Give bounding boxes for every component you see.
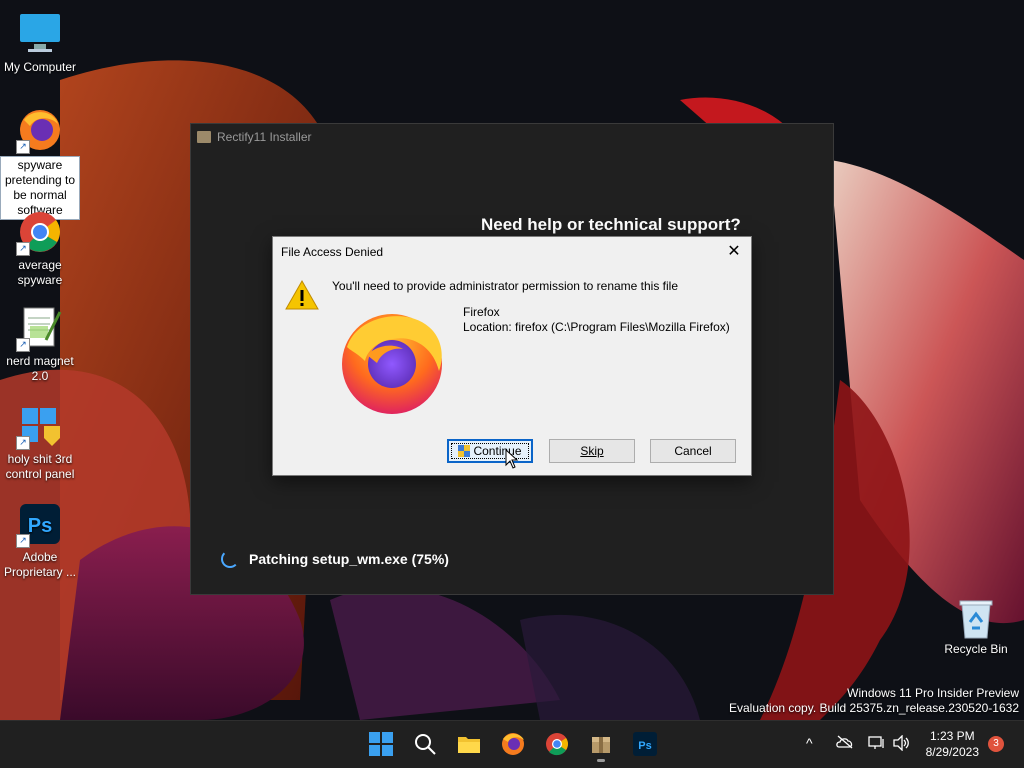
taskbar-chrome[interactable] (544, 731, 570, 757)
monitor-icon (16, 10, 64, 58)
cancel-label: Cancel (674, 444, 712, 458)
taskbar-installer[interactable] (588, 731, 614, 762)
desktop-icon-recycle-bin[interactable]: Recycle Bin (940, 596, 1012, 656)
photoshop-icon: Ps ↗ (16, 500, 64, 548)
shortcut-arrow-icon: ↗ (16, 140, 30, 154)
desktop-icon-label: holy shit 3rd control panel (5, 452, 75, 481)
volume-icon[interactable] (892, 734, 910, 754)
firefox-icon (502, 733, 524, 755)
desktop-icon-photoshop-shortcut[interactable]: Ps ↗ Adobe Proprietary ... (0, 500, 80, 580)
taskbar-photoshop[interactable]: Ps (632, 731, 658, 757)
desktop-icon-label: My Computer (3, 60, 77, 74)
firefox-icon: ↗ (16, 106, 64, 154)
mouse-cursor-icon (505, 448, 519, 474)
continue-button[interactable]: Continue (447, 439, 533, 463)
svg-text:Ps: Ps (28, 515, 52, 537)
svg-text:Ps: Ps (638, 740, 651, 752)
recycle-bin-icon (954, 596, 998, 640)
onedrive-offline-icon[interactable] (836, 735, 854, 752)
desktop-icon-label: average spyware (17, 258, 63, 287)
desktop-icon-chrome-shortcut[interactable]: ↗ average spyware (0, 208, 80, 288)
shortcut-arrow-icon: ↗ (16, 436, 30, 450)
cancel-button[interactable]: Cancel (650, 439, 736, 463)
active-indicator (597, 759, 605, 762)
spinner-icon (221, 550, 239, 568)
file-location: Location: firefox (C:\Program Files\Mozi… (463, 320, 730, 334)
desktop-icon-notepad-shortcut[interactable]: ↗ nerd magnet 2.0 (0, 304, 80, 384)
shortcut-arrow-icon: ↗ (16, 534, 30, 548)
dialog-title: File Access Denied (281, 245, 384, 259)
close-icon[interactable]: ✕ (723, 241, 745, 263)
windows-logo-icon (369, 732, 393, 756)
chrome-icon (546, 733, 568, 756)
start-button[interactable] (368, 731, 394, 757)
desktop-icon-control-panel-shortcut[interactable]: ↗ holy shit 3rd control panel (0, 402, 80, 482)
windows-shield-icon: ↗ (16, 402, 64, 450)
file-name: Firefox (463, 305, 500, 319)
taskbar: Ps ^ 1:23 PM 8/29/2023 3 (0, 720, 1024, 768)
file-access-denied-dialog[interactable]: File Access Denied ✕ You'll need to prov… (272, 236, 752, 476)
chrome-icon: ↗ (16, 208, 64, 256)
notification-badge[interactable]: 3 (988, 736, 1004, 752)
taskbar-file-explorer[interactable] (456, 731, 482, 757)
desktop-icon-label: Adobe Proprietary ... (3, 550, 77, 579)
desktop-icon-firefox-shortcut[interactable]: ↗ spyware pretending to be normal softwa… (0, 106, 80, 220)
clock-time: 1:23 PM (929, 729, 975, 743)
shortcut-arrow-icon: ↗ (16, 242, 30, 256)
taskbar-clock[interactable]: 1:23 PM 8/29/2023 (926, 728, 979, 760)
package-icon (197, 131, 211, 143)
skip-label: Skip (580, 444, 604, 458)
progress-text: Patching setup_wm.exe (75%) (249, 551, 449, 567)
recycle-bin-label: Recycle Bin (944, 642, 1008, 656)
desktop-icon-label: nerd magnet 2.0 (6, 354, 74, 383)
firefox-icon (337, 307, 447, 422)
installer-titlebar[interactable]: Rectify11 Installer (191, 124, 833, 150)
help-heading: Need help or technical support? (481, 215, 741, 234)
package-icon (592, 737, 610, 753)
progress-status: Patching setup_wm.exe (75%) (221, 550, 449, 568)
clock-date: 8/29/2023 (925, 745, 979, 759)
watermark-line-1: Windows 11 Pro Insider Preview (847, 686, 1019, 700)
taskbar-firefox[interactable] (500, 731, 526, 757)
watermark-line-2: Evaluation copy. Build 25375.zn_release.… (729, 701, 1019, 715)
show-hidden-icons-chevron-icon[interactable]: ^ (806, 735, 813, 751)
folder-icon (458, 737, 480, 753)
search-icon (415, 734, 436, 755)
evaluation-watermark: Windows 11 Pro Insider Preview Evaluatio… (729, 686, 1019, 716)
shortcut-arrow-icon: ↗ (16, 338, 30, 352)
search-button[interactable] (412, 731, 438, 757)
skip-button[interactable]: Skip (549, 439, 635, 463)
photoshop-icon: Ps (633, 732, 657, 756)
desktop-icon-my-computer[interactable]: My Computer (0, 10, 80, 75)
dialog-message: You'll need to provide administrator per… (332, 279, 679, 293)
warning-icon (285, 279, 319, 316)
notepad-icon: ↗ (16, 304, 64, 352)
installer-title: Rectify11 Installer (217, 130, 312, 144)
network-icon[interactable] (868, 735, 886, 754)
